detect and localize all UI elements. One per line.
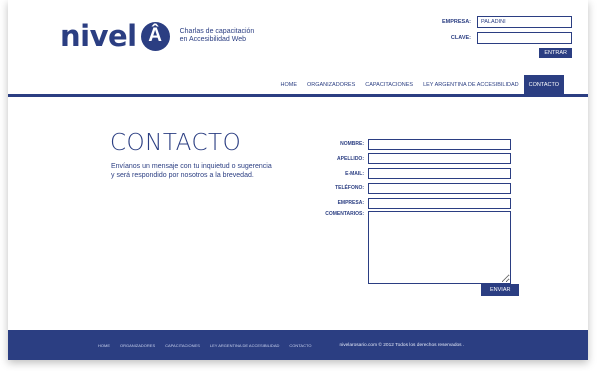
contact-form: NOMBRE: APELLIDO: E-MAIL: TELÉFONO: EMPR… [298, 137, 511, 284]
site-logo[interactable]: nivel Â Charlas de capacitación en Acces… [60, 19, 290, 53]
nav-contacto[interactable]: CONTACTO [523, 75, 564, 95]
empresa-label: EMPRESA: [441, 19, 471, 25]
tagline-line-2: en Accesibilidad Web [179, 36, 247, 43]
login-submit-button[interactable]: ENTRAR [539, 48, 572, 58]
comentarios-label: COMENTARIOS: [325, 210, 364, 217]
page-title: CONTACTO [110, 130, 242, 156]
telefono-input[interactable] [368, 182, 511, 194]
nav-capacitaciones[interactable]: CAPACITACIONES [360, 75, 418, 95]
nombre-label: NOMBRE: [340, 141, 364, 147]
footer-link-organizadores[interactable]: ORGANIZADORES [120, 343, 155, 348]
email-input[interactable] [368, 168, 511, 180]
tagline-line-1: Charlas de capacitación [179, 28, 255, 35]
footer: HOME ORGANIZADORES CAPACITACIONES LEY AR… [8, 330, 588, 360]
footer-link-contacto[interactable]: CONTACTO [289, 343, 311, 348]
nav-home[interactable]: HOME [275, 75, 302, 95]
apellido-input[interactable] [368, 153, 511, 165]
email-label: E-MAIL: [345, 170, 364, 177]
footer-link-home[interactable]: HOME [98, 343, 110, 348]
comentarios-textarea[interactable] [368, 210, 511, 284]
clave-input[interactable] [477, 32, 572, 44]
footer-link-capacitaciones[interactable]: CAPACITACIONES [165, 343, 200, 348]
empresa-field-label: EMPRESA: [337, 200, 364, 207]
page-container: nivel Â Charlas de capacitación en Acces… [8, 0, 588, 360]
nav-organizadores[interactable]: ORGANIZADORES [302, 75, 360, 95]
logo-word: nivel [60, 19, 137, 53]
apellido-label: APELLIDO: [337, 155, 364, 162]
header-divider [8, 94, 588, 97]
clave-label: CLAVE: [450, 35, 471, 41]
nav-ley-argentina[interactable]: LEY ARGENTINA DE ACCESIBILIDAD [418, 75, 524, 95]
telefono-label: TELÉFONO: [335, 185, 364, 192]
empresa-field-input[interactable] [368, 197, 511, 209]
login-form: EMPRESA: CLAVE: ENTRAR [422, 16, 572, 58]
footer-link-ley-argentina[interactable]: LEY ARGENTINA DE ACCESIBILIDAD [210, 343, 280, 348]
tagline: Charlas de capacitación en Accesibilidad… [180, 28, 290, 44]
main-nav: HOME ORGANIZADORES CAPACITACIONES LEY AR… [275, 75, 564, 95]
footer-copyright: nivelarosario.com © 2012 Todos los derec… [339, 342, 465, 348]
logo-accessibility-icon: Â [140, 21, 170, 51]
enviar-button[interactable]: ENVIAR [481, 284, 520, 296]
empresa-input[interactable] [477, 16, 572, 28]
page-description: Envíanos un mensaje con tu inquietud o s… [111, 163, 272, 179]
nombre-input[interactable] [368, 138, 511, 150]
